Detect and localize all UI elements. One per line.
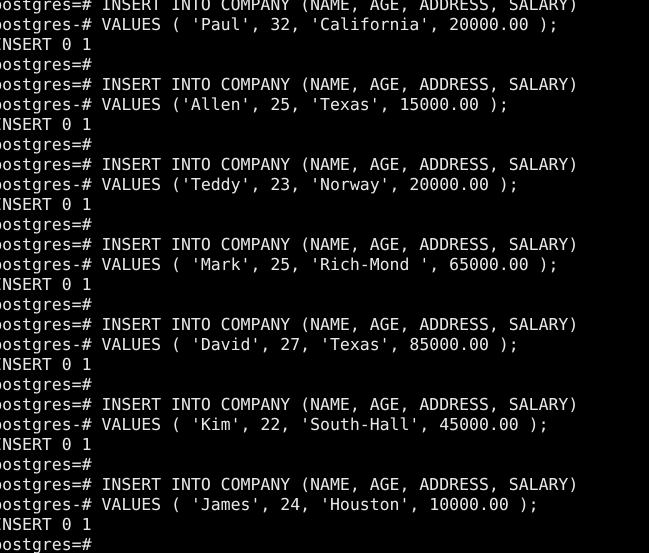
terminal-line: postgres=# INSERT INTO COMPANY (NAME, AG… <box>0 395 579 414</box>
terminal-line: postgres-# VALUES ('Teddy', 23, 'Norway'… <box>0 175 519 194</box>
terminal-line: postgres-# VALUES ( 'Mark', 25, 'Rich-Mo… <box>0 255 559 274</box>
terminal-line: INSERT 0 1 <box>0 355 92 374</box>
terminal-line: postgres-# VALUES ( 'Kim', 22, 'South-Ha… <box>0 415 549 434</box>
terminal-line: postgres=# <box>0 535 92 553</box>
terminal-line: postgres=# INSERT INTO COMPANY (NAME, AG… <box>0 475 579 494</box>
terminal-line: postgres-# VALUES ('Allen', 25, 'Texas',… <box>0 95 509 114</box>
terminal-line: postgres-# VALUES ( 'James', 24, 'Housto… <box>0 495 539 514</box>
terminal-line: postgres=# <box>0 55 92 74</box>
terminal-line: postgres=# <box>0 135 92 154</box>
terminal-line: postgres-# VALUES ( 'David', 27, 'Texas'… <box>0 335 519 354</box>
terminal-line: INSERT 0 1 <box>0 515 92 534</box>
terminal-line: postgres-# VALUES ( 'Paul', 32, 'Califor… <box>0 15 559 34</box>
terminal-line: postgres=# INSERT INTO COMPANY (NAME, AG… <box>0 315 579 334</box>
terminal-line: INSERT 0 1 <box>0 275 92 294</box>
terminal-line: INSERT 0 1 <box>0 115 92 134</box>
terminal-line: postgres=# INSERT INTO COMPANY (NAME, AG… <box>0 155 579 174</box>
terminal-line: postgres=# <box>0 375 92 394</box>
terminal-window[interactable]: postgres=# INSERT INTO COMPANY (NAME, AG… <box>0 0 649 553</box>
terminal-line: postgres=# <box>0 295 92 314</box>
terminal-line: postgres=# INSERT INTO COMPANY (NAME, AG… <box>0 0 579 14</box>
terminal-line: postgres=# <box>0 455 92 474</box>
terminal-screen[interactable]: postgres=# INSERT INTO COMPANY (NAME, AG… <box>0 0 649 553</box>
terminal-line: postgres=# INSERT INTO COMPANY (NAME, AG… <box>0 235 579 254</box>
terminal-line: INSERT 0 1 <box>0 35 92 54</box>
terminal-line: INSERT 0 1 <box>0 435 92 454</box>
terminal-line: INSERT 0 1 <box>0 195 92 214</box>
terminal-line: postgres=# INSERT INTO COMPANY (NAME, AG… <box>0 75 579 94</box>
terminal-line: postgres=# <box>0 215 92 234</box>
